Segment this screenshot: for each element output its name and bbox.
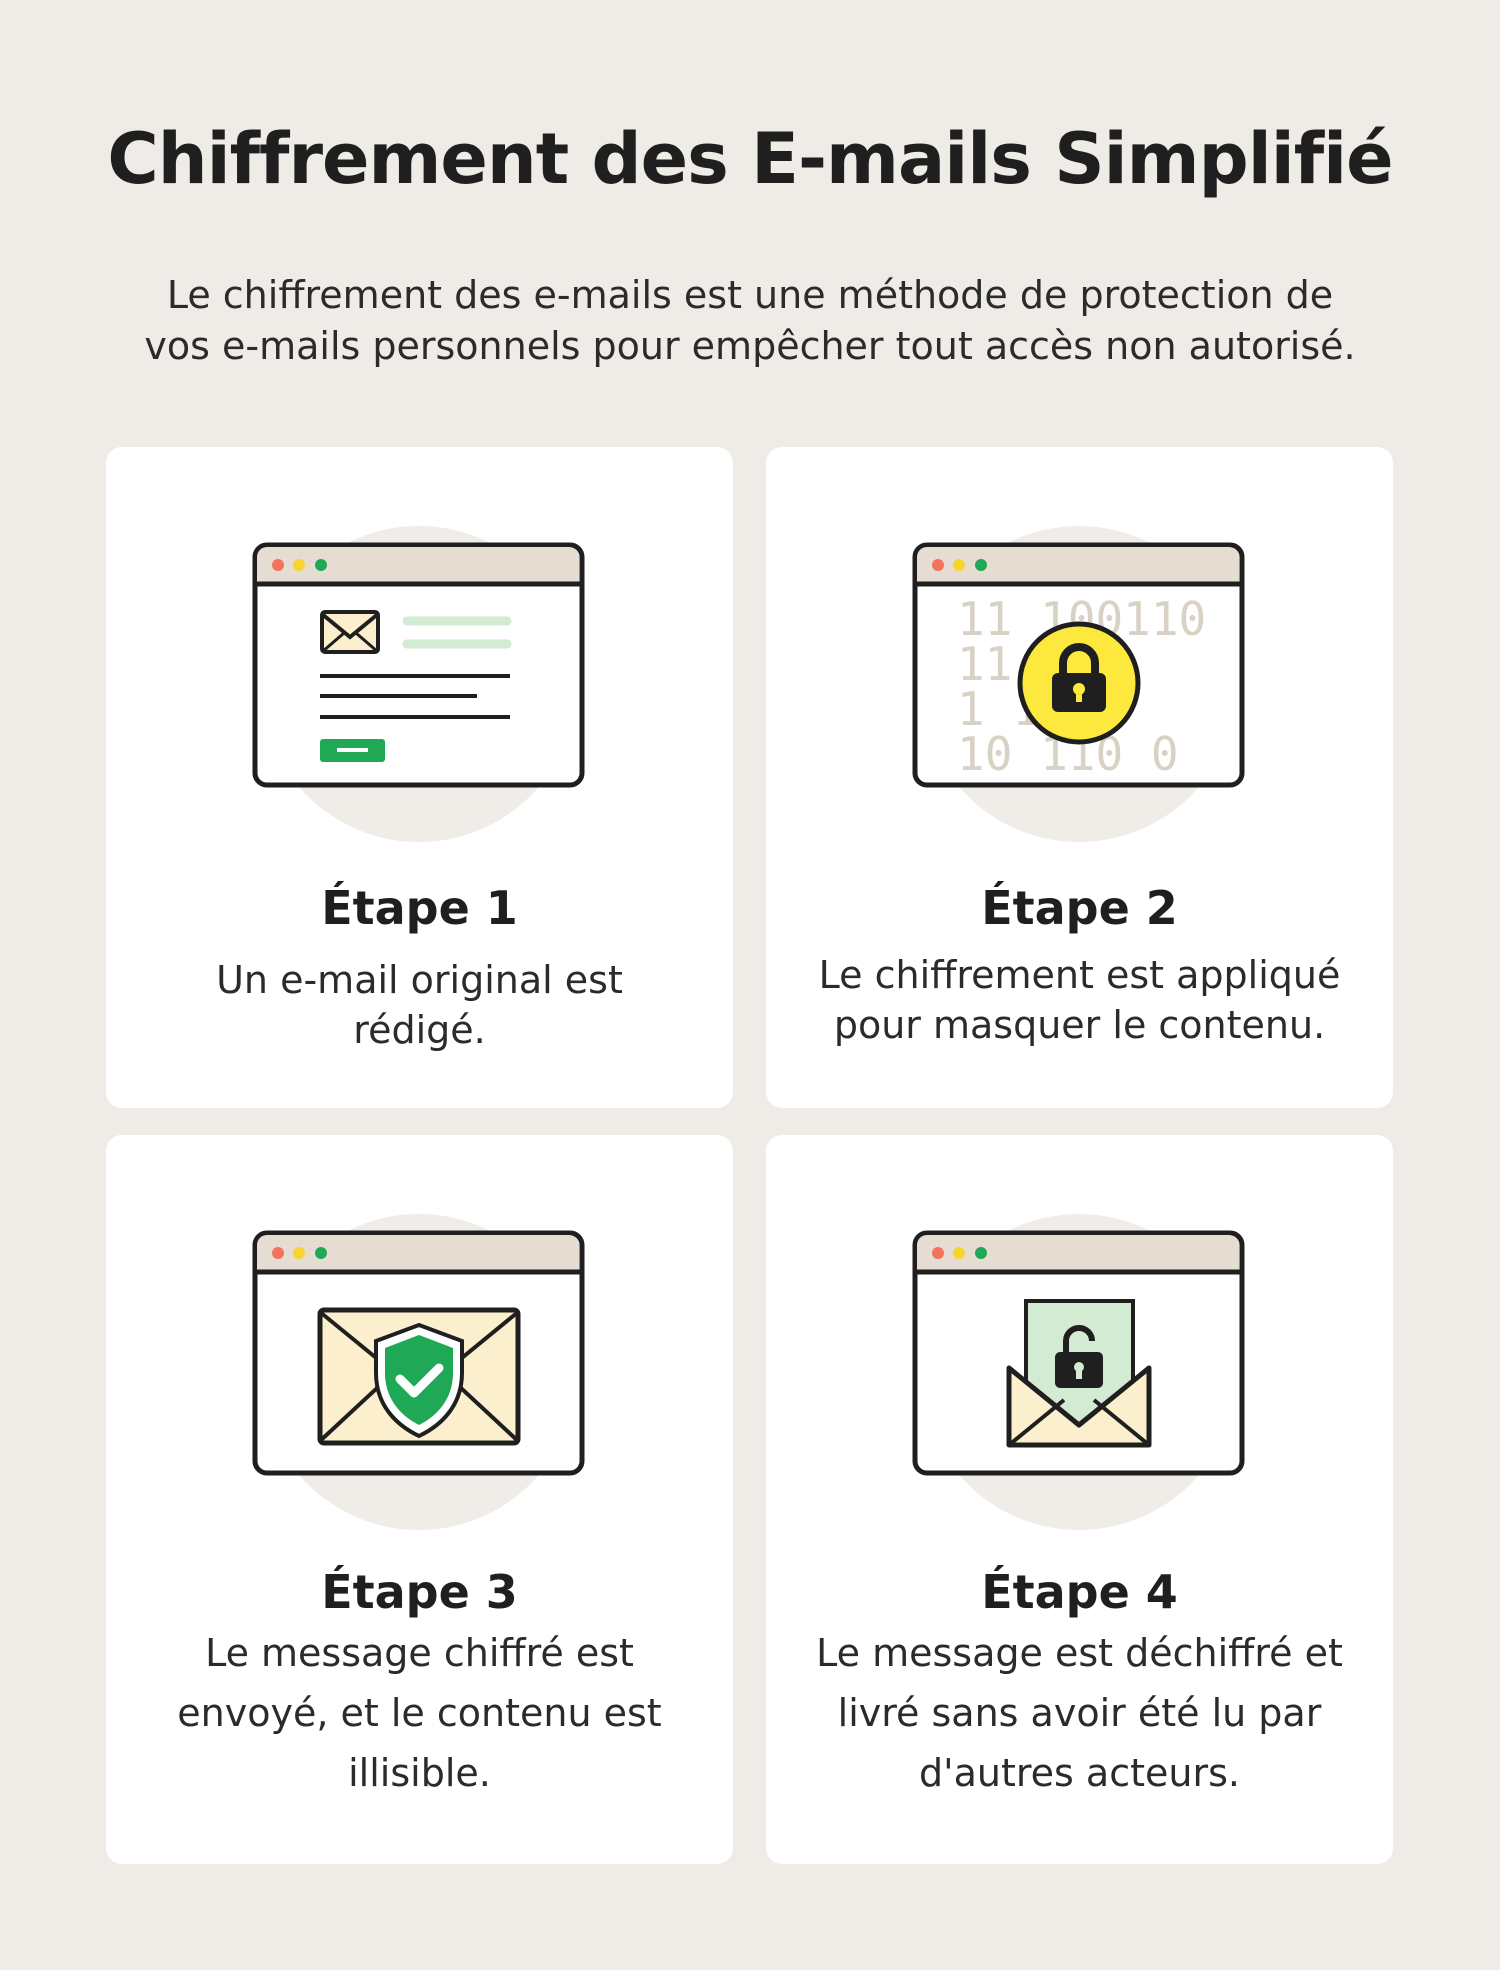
- step-title: Étape 1: [321, 881, 518, 935]
- step-description: Le chiffrement est appliqué pour masquer…: [818, 953, 1341, 1047]
- step-description: Le message chiffré est envoyé, et le con…: [177, 1631, 662, 1795]
- step-card-4: Étape 4 Le message est déchiffré et livr…: [766, 1135, 1393, 1864]
- step-card-2: 11 100110 11 0 1 11 10 110 0 Étape 2 Le …: [766, 447, 1393, 1108]
- step-card-3: Étape 3 Le message chiffré est envoyé, e…: [106, 1135, 733, 1864]
- step-description: Un e-mail original est rédigé.: [216, 958, 623, 1052]
- page-subtitle: Le chiffrement des e-mails est une métho…: [144, 273, 1356, 368]
- step-description: Le message est déchiffré et livré sans a…: [816, 1631, 1343, 1795]
- email-draft-icon: [252, 526, 585, 842]
- padlock-icon: 11 100110 11 0 1 11 10 110 0: [912, 526, 1245, 842]
- shield-envelope-icon: [252, 1214, 585, 1530]
- step-card-1: Étape 1 Un e-mail original est rédigé.: [106, 447, 733, 1108]
- unlocked-envelope-icon: [912, 1214, 1245, 1530]
- step-title: Étape 3: [321, 1565, 518, 1619]
- step-title: Étape 2: [981, 881, 1178, 935]
- page-title: Chiffrement des E-mails Simplifié: [107, 118, 1393, 200]
- step-title: Étape 4: [981, 1565, 1178, 1619]
